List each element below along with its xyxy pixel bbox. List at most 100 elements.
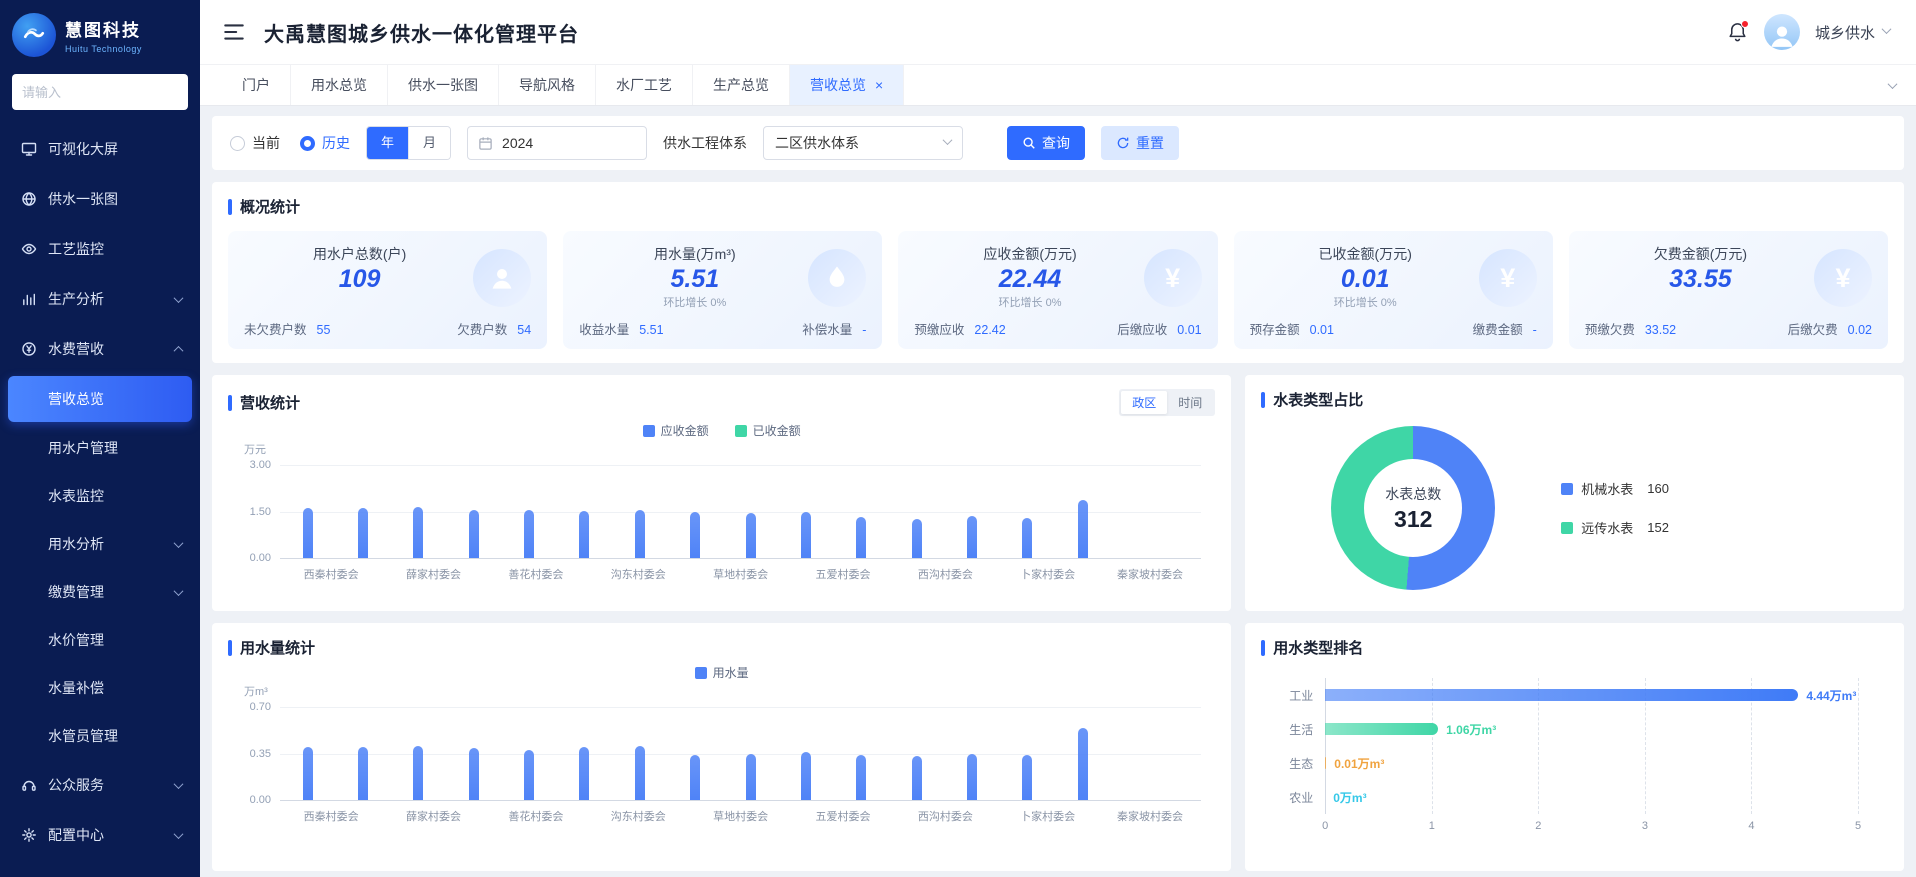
sidebar-search-input[interactable] [22,85,178,100]
sidebar-item-9[interactable]: 用水分析 [0,520,200,568]
sidebar-item-8[interactable]: 水表监控 [0,472,200,520]
bar[interactable] [579,747,589,800]
legend-item[interactable]: 应收金额 [643,422,709,439]
radio-option-1[interactable]: 当前 [230,133,280,153]
bar[interactable] [801,752,811,800]
query-button[interactable]: 查询 [1007,126,1085,160]
user-menu[interactable]: 城乡供水 [1815,22,1890,43]
bar[interactable] [358,508,368,558]
bar[interactable] [746,513,756,558]
bar[interactable] [524,750,534,800]
system-select[interactable]: 二区供水体系 [763,126,963,160]
bar[interactable] [1325,689,1798,701]
bar[interactable] [690,755,700,800]
sidebar-item-13[interactable]: 水管员管理 [0,712,200,760]
bar-group [801,707,811,800]
bar[interactable] [469,510,479,558]
tab-list-chevron-icon[interactable] [1869,65,1916,105]
bar[interactable] [413,746,423,800]
legend-item[interactable]: 用水量 [695,664,749,681]
year-picker[interactable]: 2024 [467,126,647,160]
tab-3[interactable]: 供水一张图 [388,65,499,105]
bar[interactable] [856,517,866,558]
bar[interactable] [1078,500,1088,558]
sidebar-item-7[interactable]: 用水户管理 [0,424,200,472]
usage-y-axis-unit: 万m³ [244,683,1215,699]
radio-option-2[interactable]: 历史 [300,133,350,153]
sidebar-item-14[interactable]: 公众服务 [0,760,200,810]
bar[interactable] [413,507,423,558]
x-axis-label: 秦家坡村委会 [1099,566,1201,582]
tab-1[interactable]: 门户 [222,65,291,105]
bar[interactable] [967,516,977,558]
ranking-category-label: 农业 [1289,789,1313,806]
tab-5[interactable]: 水厂工艺 [596,65,693,105]
sidebar-item-3[interactable]: 工艺监控 [0,224,200,274]
sidebar-item-label: 水量补偿 [48,678,182,698]
legend-label: 用水量 [713,664,749,681]
bar[interactable] [635,746,645,800]
bar[interactable] [967,754,977,801]
bar[interactable] [524,510,534,558]
sidebar-item-15[interactable]: 配置中心 [0,810,200,860]
tab-4[interactable]: 导航风格 [499,65,596,105]
bar-group [690,465,700,558]
bar[interactable] [912,756,922,800]
bar[interactable] [1022,755,1032,800]
stat-sub: 欠费户数54 [457,319,531,338]
bar[interactable] [801,512,811,558]
bar[interactable] [690,512,700,559]
sidebar-item-1[interactable]: 可视化大屏 [0,124,200,174]
usage-type-ranking-chart: 工业4.44万m³生活1.06万m³生态0.01万m³农业0万m³ 012345 [1325,678,1858,836]
tab-2[interactable]: 用水总览 [291,65,388,105]
legend-item[interactable]: 已收金额 [735,422,801,439]
period-option-2[interactable]: 月 [408,127,450,159]
bar[interactable] [746,754,756,801]
bar[interactable] [579,511,589,558]
page-title: 大禹慧图城乡供水一体化管理平台 [264,18,579,47]
tab-6[interactable]: 生产总览 [693,65,790,105]
menu-fold-icon[interactable] [222,20,246,44]
sidebar-item-5[interactable]: 水费营收 [0,324,200,374]
legend-swatch [1561,522,1573,534]
stat-sub-label: 未欠费户数 [244,319,307,338]
revenue-icon [20,341,37,358]
bar[interactable] [856,755,866,800]
refresh-icon [1116,136,1130,150]
bar[interactable] [1325,723,1438,735]
legend-item[interactable]: 远传水表152 [1561,518,1669,537]
bar[interactable] [358,747,368,800]
bar[interactable] [1022,518,1032,558]
bar[interactable] [635,510,645,558]
sidebar-item-2[interactable]: 供水一张图 [0,174,200,224]
revenue-view-option-2[interactable]: 时间 [1167,391,1213,414]
bar[interactable] [303,508,313,558]
sidebar-search[interactable] [12,74,188,110]
stat-sub-label: 收益水量 [579,319,629,338]
bar[interactable] [303,747,313,800]
revenue-view-option-1[interactable]: 政区 [1121,391,1167,414]
bar[interactable] [912,519,922,558]
sidebar-item-6[interactable]: 营收总览 [8,376,192,422]
sidebar-item-11[interactable]: 水价管理 [0,616,200,664]
reset-button[interactable]: 重置 [1101,126,1179,160]
sidebar-item-10[interactable]: 缴费管理 [0,568,200,616]
sidebar-item-4[interactable]: 生产分析 [0,274,200,324]
close-icon[interactable]: × [875,78,883,92]
bell-icon[interactable] [1726,21,1749,44]
bar-group [801,465,811,558]
legend-item[interactable]: 机械水表160 [1561,479,1669,498]
bar[interactable] [469,748,479,800]
legend-swatch [643,425,655,437]
bar[interactable] [1078,728,1088,800]
sidebar-item-12[interactable]: 水量补偿 [0,664,200,712]
avatar[interactable] [1764,14,1800,50]
stat-card-1: 用水户总数(户)109未欠费户数55欠费户数54 [228,231,547,349]
meter-type-donut[interactable]: 水表总数 312 [1331,426,1495,590]
chevron-down-icon [175,832,182,839]
bar[interactable] [1325,757,1326,769]
bar-group [912,707,922,800]
period-option-1[interactable]: 年 [367,127,408,159]
tab-7[interactable]: 营收总览× [790,65,904,105]
stat-card-2: 用水量(万m³)5.51环比增长 0%收益水量5.51补偿水量- [563,231,882,349]
